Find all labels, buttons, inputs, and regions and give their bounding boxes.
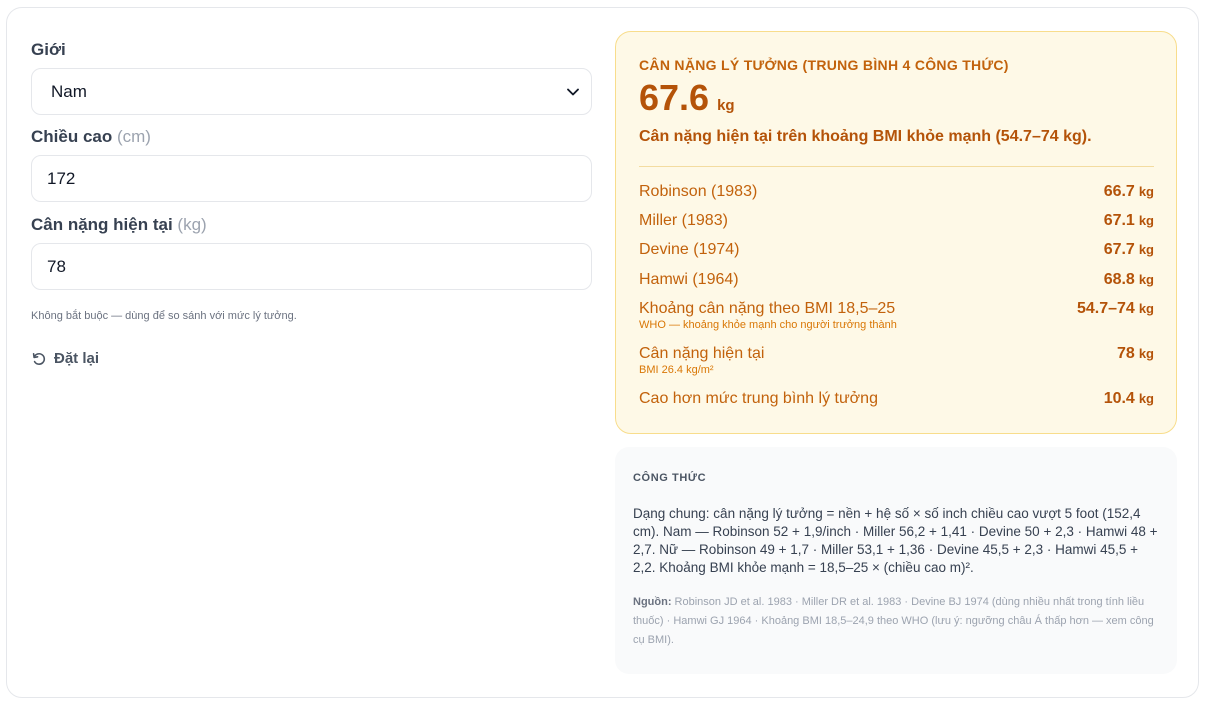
ideal-weight-value: 67.6 <box>639 77 710 118</box>
row-value: 10.4 kg <box>1103 390 1154 407</box>
gender-select[interactable]: Nam <box>31 68 592 115</box>
height-field: Chiều cao (cm) 172 <box>31 127 592 202</box>
reset-button[interactable]: Đặt lại <box>31 350 99 367</box>
height-label: Chiều cao (cm) <box>31 127 151 146</box>
chevron-down-icon <box>567 86 579 98</box>
row-value: 67.7 kg <box>1103 241 1154 258</box>
weight-input[interactable]: 78 <box>31 243 592 290</box>
reset-label: Đặt lại <box>54 350 100 367</box>
row-value: 66.7 kg <box>1103 183 1154 200</box>
row-label: Cân nặng hiện tại <box>639 345 765 362</box>
formula-title: CÔNG THỨC <box>633 472 707 484</box>
row-value: 67.1 kg <box>1103 212 1154 229</box>
ideal-weight: 67.6 kg <box>639 77 735 119</box>
result-row-robinson: Robinson (1983) 66.7 kg <box>639 182 1154 202</box>
height-unit: (cm) <box>116 127 151 146</box>
ideal-weight-unit: kg <box>717 97 735 114</box>
calculator-card: Giới Nam Chiều cao (cm) 172 Cân nặng hiệ… <box>6 7 1199 698</box>
formula-description: Dạng chung: cân nặng lý tưởng = nền + hệ… <box>633 506 1158 575</box>
row-label: Miller (1983) <box>639 212 728 229</box>
row-sublabel: BMI 26.4 kg/m² <box>639 364 714 376</box>
row-value: 68.8 kg <box>1103 271 1154 288</box>
formula-panel: CÔNG THỨC Dạng chung: cân nặng lý tưởng … <box>615 447 1177 674</box>
row-label: Khoảng cân nặng theo BMI 18,5–25 <box>639 300 896 317</box>
weight-label: Cân nặng hiện tại (kg) <box>31 215 207 234</box>
weight-field: Cân nặng hiện tại (kg) 78 <box>31 215 592 290</box>
row-sublabel: WHO — khoảng khỏe mạnh cho người trưởng … <box>639 319 897 331</box>
result-title: CÂN NẶNG LÝ TƯỞNG (TRUNG BÌNH 4 CÔNG THỨ… <box>639 57 1009 73</box>
weight-hint: Không bắt buộc — dùng để so sánh với mức… <box>31 310 297 322</box>
height-input-value: 172 <box>47 168 76 188</box>
weight-unit: (kg) <box>177 215 207 234</box>
gender-select-value: Nam <box>51 81 87 101</box>
sources-label: Nguồn: <box>633 596 672 608</box>
formula-sources: Nguồn: Robinson JD et al. 1983 · Miller … <box>633 593 1163 650</box>
result-row-miller: Miller (1983) 67.1 kg <box>639 211 1154 231</box>
rotate-ccw-icon <box>31 351 47 367</box>
row-label: Hamwi (1964) <box>639 271 739 288</box>
row-label: Devine (1974) <box>639 241 740 258</box>
gender-field: Giới Nam <box>31 40 592 115</box>
result-panel: CÂN NẶNG LÝ TƯỞNG (TRUNG BÌNH 4 CÔNG THỨ… <box>615 31 1177 434</box>
result-row-hamwi: Hamwi (1964) 68.8 kg <box>639 270 1154 290</box>
row-value: 54.7–74 kg <box>1076 300 1154 317</box>
row-label: Robinson (1983) <box>639 183 758 200</box>
result-row-bmi-range: Khoảng cân nặng theo BMI 18,5–25 WHO — k… <box>639 299 1154 331</box>
result-row-current-weight: Cân nặng hiện tại BMI 26.4 kg/m² 78 kg <box>639 344 1154 376</box>
sources-text: Robinson JD et al. 1983 · Miller DR et a… <box>633 596 1154 646</box>
weight-input-value: 78 <box>47 256 66 276</box>
height-input[interactable]: 172 <box>31 155 592 202</box>
result-row-devine: Devine (1974) 67.7 kg <box>639 240 1154 260</box>
result-row-difference: Cao hơn mức trung bình lý tưởng 10.4 kg <box>639 389 1154 409</box>
divider <box>639 166 1154 167</box>
row-label: Cao hơn mức trung bình lý tưởng <box>639 390 878 407</box>
status-message: Cân nặng hiện tại trên khoảng BMI khỏe m… <box>639 128 1092 145</box>
row-value: 78 kg <box>1117 345 1154 362</box>
gender-label: Giới <box>31 40 66 59</box>
